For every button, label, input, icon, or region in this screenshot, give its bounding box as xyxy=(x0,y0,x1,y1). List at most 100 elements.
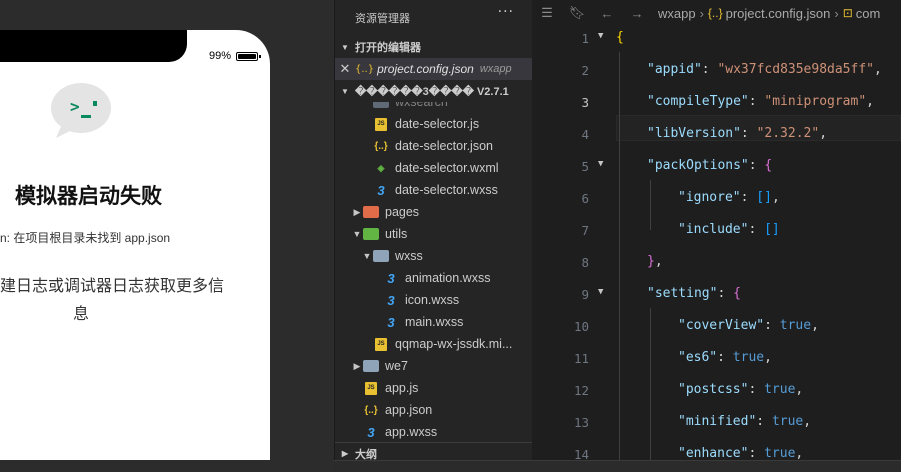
tree-file[interactable]: 3 date-selector.wxss xyxy=(335,179,533,201)
code-line: "compileType": "miniprogram", xyxy=(647,92,874,112)
tree-item-label: date-selector.json xyxy=(395,139,493,153)
tree-item-label: icon.wxss xyxy=(405,293,460,307)
explorer-panel: 资源管理器 ··· ▼ 打开的编辑器 ✕ {..} project.config… xyxy=(334,0,533,472)
code-line: "libVersion": "2.32.2", xyxy=(647,124,827,144)
project-label: ������3���� V2.7.1 xyxy=(355,85,509,98)
tree-item-label: pages xyxy=(385,205,420,219)
fold-chevron-icon[interactable]: ▼ xyxy=(598,287,603,297)
tree-file[interactable]: 3 main.wxss xyxy=(335,311,533,333)
code-token: : xyxy=(748,382,765,397)
tree-file[interactable]: {..} date-selector.json xyxy=(335,135,533,157)
chevron-right-icon: ▶ xyxy=(341,449,349,458)
js-file-icon: JS xyxy=(375,337,387,351)
code-token: "2.32.2" xyxy=(756,126,820,141)
code-token: : xyxy=(717,286,734,301)
code-line: "coverView": true, xyxy=(678,316,819,336)
tree-folder[interactable]: ▼ utils xyxy=(335,223,533,245)
line-number: 10 xyxy=(573,319,589,334)
breadcrumb-item[interactable]: com xyxy=(856,6,881,21)
code-token: "libVersion" xyxy=(647,126,741,141)
folder-icon xyxy=(363,228,379,240)
chevron-right-icon: › xyxy=(699,5,704,21)
code-line: "ignore": [], xyxy=(678,188,780,208)
code-token: : xyxy=(748,446,765,460)
chat-bubble-terminal-icon: > xyxy=(51,83,111,138)
code-token: : xyxy=(748,94,765,109)
simulator-error-title: 模拟器启动失败 xyxy=(15,184,162,208)
code-token: [] xyxy=(756,190,772,205)
code-token: "ignore" xyxy=(678,190,741,205)
tree-folder[interactable]: ▼ wxss xyxy=(335,245,533,267)
line-number: 7 xyxy=(581,223,589,238)
tree-folder[interactable]: ▶ pages xyxy=(335,201,533,223)
breadcrumb-item[interactable]: wxapp xyxy=(658,6,696,21)
tree-file[interactable]: ◈ date-selector.wxml xyxy=(335,157,533,179)
chevron-down-icon: ▼ xyxy=(341,86,349,96)
line-number: 8 xyxy=(581,255,589,270)
code-area[interactable]: 1 ▼ {2 "appid": "wx37fcd835e98da5ff", 3 "comp… xyxy=(532,26,901,460)
code-token: , xyxy=(811,318,819,333)
open-editors-section[interactable]: ▼ 打开的编辑器 xyxy=(335,36,533,58)
tree-item-label: wxsearch xyxy=(395,102,448,109)
code-editor: ☰ 🔖︎ ← → wxapp › {..} project.config.jso… xyxy=(532,0,901,472)
chevron-right-icon: ▶ xyxy=(353,206,361,217)
tree-folder[interactable]: wxsearch xyxy=(335,102,533,113)
code-token: true xyxy=(764,382,796,397)
tree-item-label: app.js xyxy=(385,381,419,395)
breadcrumb-item[interactable]: project.config.json xyxy=(726,6,831,21)
code-token: "packOptions" xyxy=(647,158,749,173)
open-editor-filename: project.config.json xyxy=(377,62,474,76)
simulator-hint-line1: 建日志或调试器日志获取更多信 xyxy=(0,276,225,295)
code-line: "packOptions": { xyxy=(647,156,772,176)
project-section[interactable]: ▼ ������3���� V2.7.1 xyxy=(335,80,533,102)
code-token: true xyxy=(732,350,765,365)
tree-file[interactable]: {..} app.json xyxy=(335,399,533,421)
code-token: "postcss" xyxy=(678,382,749,397)
more-actions-button[interactable]: ··· xyxy=(498,4,514,20)
line-number: 5 xyxy=(581,159,589,174)
line-number: 11 xyxy=(573,351,589,366)
tree-item-label: date-selector.js xyxy=(395,117,480,131)
close-icon[interactable]: ✕ xyxy=(335,62,355,77)
code-line: "minified": true, xyxy=(678,412,811,432)
back-arrow-icon[interactable]: ← xyxy=(592,6,622,21)
code-token: , xyxy=(795,382,804,397)
tree-file[interactable]: 3 icon.wxss xyxy=(335,289,533,311)
code-token: "enhance" xyxy=(678,446,749,460)
code-token: } xyxy=(647,254,655,269)
line-number: 6 xyxy=(581,191,589,206)
tree-folder[interactable]: ▶ we7 xyxy=(335,355,533,377)
code-token: , xyxy=(795,446,804,460)
css-file-icon: 3 xyxy=(377,182,385,198)
bookmark-icon[interactable]: 🔖︎ xyxy=(562,5,592,21)
tree-file[interactable]: 3 animation.wxss xyxy=(335,267,533,289)
code-token: "wx37fcd835e98da5ff" xyxy=(717,62,874,77)
list-icon[interactable]: ☰ xyxy=(532,5,562,21)
tree-item-label: qqmap-wx-jssdk.mi... xyxy=(395,337,513,351)
code-token: , xyxy=(771,190,780,205)
code-token: : xyxy=(756,414,772,429)
fold-chevron-icon[interactable]: ▼ xyxy=(598,31,603,41)
code-token: { xyxy=(764,158,773,173)
code-line: "include": [] xyxy=(678,220,780,240)
fold-chevron-icon[interactable]: ▼ xyxy=(598,159,603,169)
code-token: : xyxy=(740,190,757,205)
tree-file[interactable]: 3 app.wxss xyxy=(335,421,533,442)
tree-item-label: main.wxss xyxy=(405,315,464,329)
tree-file[interactable]: JS qqmap-wx-jssdk.mi... xyxy=(335,333,533,355)
line-number: 14 xyxy=(573,447,589,460)
json-file-icon: {..} xyxy=(374,140,388,152)
code-token: "compileType" xyxy=(647,94,749,109)
code-line: "enhance": true, xyxy=(678,444,803,460)
forward-arrow-icon[interactable]: → xyxy=(622,6,652,21)
open-editor-item[interactable]: ✕ {..} project.config.json wxapp xyxy=(335,58,533,80)
indent-guide xyxy=(619,52,620,460)
tree-file[interactable]: JS app.js xyxy=(335,377,533,399)
chevron-down-icon: ▼ xyxy=(362,251,372,261)
folder-icon xyxy=(373,102,389,108)
code-line: }, xyxy=(647,252,663,272)
tree-item-label: we7 xyxy=(385,359,408,373)
chevron-right-icon: › xyxy=(834,5,839,21)
tree-file[interactable]: JS date-selector.js xyxy=(335,113,533,135)
folder-icon xyxy=(363,206,379,218)
